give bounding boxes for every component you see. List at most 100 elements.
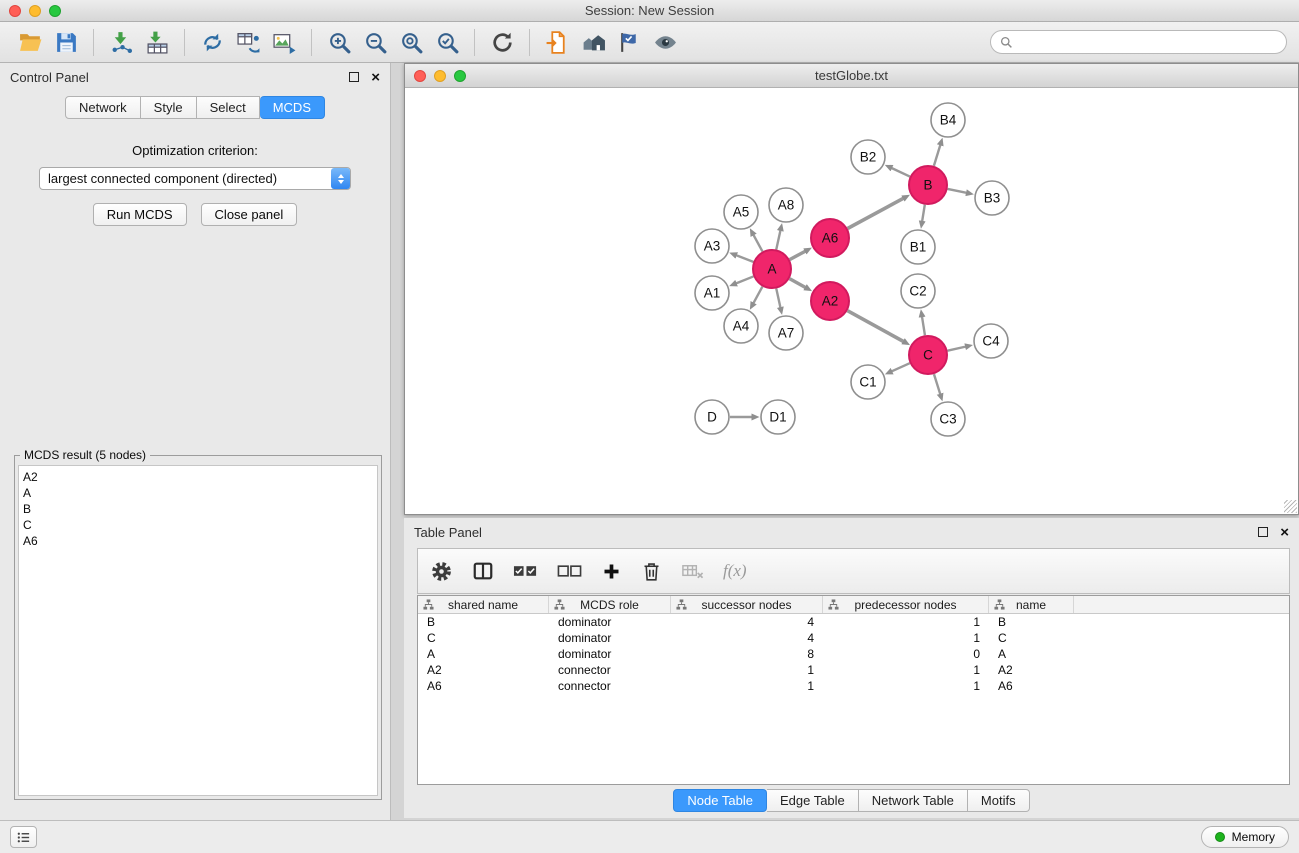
table-row[interactable]: Bdominator41B	[418, 614, 1289, 630]
graph-node-B3[interactable]: B3	[975, 181, 1009, 215]
graph-node-C3[interactable]: C3	[931, 402, 965, 436]
graph-edge-B-B3[interactable]	[948, 189, 967, 193]
graph-node-A4[interactable]: A4	[724, 309, 758, 343]
delete-table-button[interactable]	[681, 560, 704, 583]
zoom-in-button[interactable]	[321, 26, 357, 58]
graph-edge-A-A8[interactable]	[776, 230, 780, 249]
graph-edge-A6-B[interactable]	[848, 198, 904, 228]
validate-button[interactable]	[611, 26, 647, 58]
task-history-button[interactable]	[10, 826, 37, 848]
graph-edge-A-A5[interactable]	[753, 235, 762, 252]
column-header[interactable]: predecessor nodes	[823, 596, 989, 613]
zoom-fit-button[interactable]	[393, 26, 429, 58]
graph-node-A2[interactable]: A2	[811, 282, 849, 320]
maximize-window-button[interactable]	[49, 5, 61, 17]
result-item[interactable]: A	[23, 485, 373, 501]
close-panel-icon[interactable]: ×	[371, 70, 380, 85]
table-settings-button[interactable]	[430, 560, 453, 583]
graph-node-B2[interactable]: B2	[851, 140, 885, 174]
graph-node-A5[interactable]: A5	[724, 195, 758, 229]
float-table-panel-icon[interactable]	[1258, 527, 1268, 537]
graph-node-C[interactable]: C	[909, 336, 947, 374]
network-graph[interactable]: B4B2BB3A5A8A6B1A3AA1C2A2A4A7C4CC1C3DD1	[405, 88, 1298, 514]
minimize-window-button[interactable]	[29, 5, 41, 17]
save-session-button[interactable]	[48, 26, 84, 58]
graph-node-A8[interactable]: A8	[769, 188, 803, 222]
result-item[interactable]: B	[23, 501, 373, 517]
graph-edge-C-C3[interactable]	[934, 374, 940, 394]
column-header[interactable]: successor nodes	[671, 596, 823, 613]
graph-node-A3[interactable]: A3	[695, 229, 729, 263]
export-image-button[interactable]	[266, 26, 302, 58]
graph-edge-A-A3[interactable]	[736, 255, 753, 262]
show-graphics-details-button[interactable]	[647, 26, 683, 58]
import-table-button[interactable]	[139, 26, 175, 58]
graph-edge-C-C1[interactable]	[892, 363, 910, 371]
table-row[interactable]: A6connector11A6	[418, 678, 1289, 694]
result-item[interactable]: C	[23, 517, 373, 533]
control-tab-mcds[interactable]: MCDS	[260, 96, 325, 119]
result-item[interactable]: A2	[23, 469, 373, 485]
minimize-network-window-button[interactable]	[434, 70, 446, 82]
optimization-criterion-dropdown[interactable]: largest connected component (directed)	[39, 167, 351, 190]
apply-layout-button[interactable]	[484, 26, 520, 58]
import-network-button[interactable]	[103, 26, 139, 58]
graph-node-A1[interactable]: A1	[695, 276, 729, 310]
graph-node-B4[interactable]: B4	[931, 103, 965, 137]
graph-edge-A-A4[interactable]	[753, 287, 762, 304]
delete-column-button[interactable]	[641, 561, 662, 582]
graph-node-C4[interactable]: C4	[974, 324, 1008, 358]
zoom-selected-button[interactable]	[429, 26, 465, 58]
graph-edge-A2-C[interactable]	[848, 311, 904, 342]
graph-node-A7[interactable]: A7	[769, 316, 803, 350]
graph-node-A6[interactable]: A6	[811, 219, 849, 257]
table-tab-motifs[interactable]: Motifs	[968, 789, 1030, 812]
graph-node-D[interactable]: D	[695, 400, 729, 434]
graph-edge-A-A1[interactable]	[736, 276, 753, 283]
graph-edge-B-B2[interactable]	[892, 168, 910, 177]
graph-edge-C-C2[interactable]	[922, 317, 925, 336]
graph-edge-B-B4[interactable]	[934, 145, 940, 166]
new-network-from-table-button[interactable]	[230, 26, 266, 58]
column-header[interactable]: name	[989, 596, 1074, 613]
new-network-button[interactable]	[194, 26, 230, 58]
maximize-network-window-button[interactable]	[454, 70, 466, 82]
graph-node-D1[interactable]: D1	[761, 400, 795, 434]
table-tab-node-table[interactable]: Node Table	[673, 789, 767, 812]
graph-node-B[interactable]: B	[909, 166, 947, 204]
graph-edge-C-C4[interactable]	[948, 347, 966, 351]
float-panel-icon[interactable]	[349, 72, 359, 82]
show-columns-button[interactable]	[472, 560, 494, 582]
graph-edge-B-B1[interactable]	[922, 205, 925, 222]
search-field[interactable]	[990, 30, 1287, 54]
search-input[interactable]	[1018, 35, 1277, 50]
graph-edge-A-A6[interactable]	[790, 251, 806, 259]
column-header[interactable]: shared name	[418, 596, 549, 613]
deselect-all-columns-button[interactable]	[557, 563, 582, 579]
table-row[interactable]: Cdominator41C	[418, 630, 1289, 646]
memory-button[interactable]: Memory	[1201, 826, 1289, 848]
window-resize-handle[interactable]	[1284, 500, 1297, 513]
mcds-result-list[interactable]: A2ABCA6	[18, 465, 378, 796]
close-network-window-button[interactable]	[414, 70, 426, 82]
create-column-button[interactable]	[601, 561, 622, 582]
close-table-panel-icon[interactable]: ×	[1280, 525, 1289, 540]
control-tab-network[interactable]: Network	[65, 96, 141, 119]
home-button[interactable]	[575, 26, 611, 58]
table-row[interactable]: A2connector11A2	[418, 662, 1289, 678]
select-all-columns-button[interactable]	[513, 563, 538, 579]
close-window-button[interactable]	[9, 5, 21, 17]
network-canvas[interactable]: B4B2BB3A5A8A6B1A3AA1C2A2A4A7C4CC1C3DD1	[405, 88, 1298, 514]
zoom-out-button[interactable]	[357, 26, 393, 58]
run-mcds-button[interactable]: Run MCDS	[93, 203, 187, 226]
column-header[interactable]: MCDS role	[549, 596, 671, 613]
graph-edge-A-A7[interactable]	[776, 289, 780, 308]
control-tab-select[interactable]: Select	[197, 96, 260, 119]
graph-node-C1[interactable]: C1	[851, 365, 885, 399]
graph-node-B1[interactable]: B1	[901, 230, 935, 264]
table-tab-edge-table[interactable]: Edge Table	[767, 789, 859, 812]
function-builder-button[interactable]: f(x)	[723, 561, 747, 581]
network-window-titlebar[interactable]: testGlobe.txt	[405, 64, 1298, 88]
export-document-button[interactable]	[539, 26, 575, 58]
graph-node-C2[interactable]: C2	[901, 274, 935, 308]
